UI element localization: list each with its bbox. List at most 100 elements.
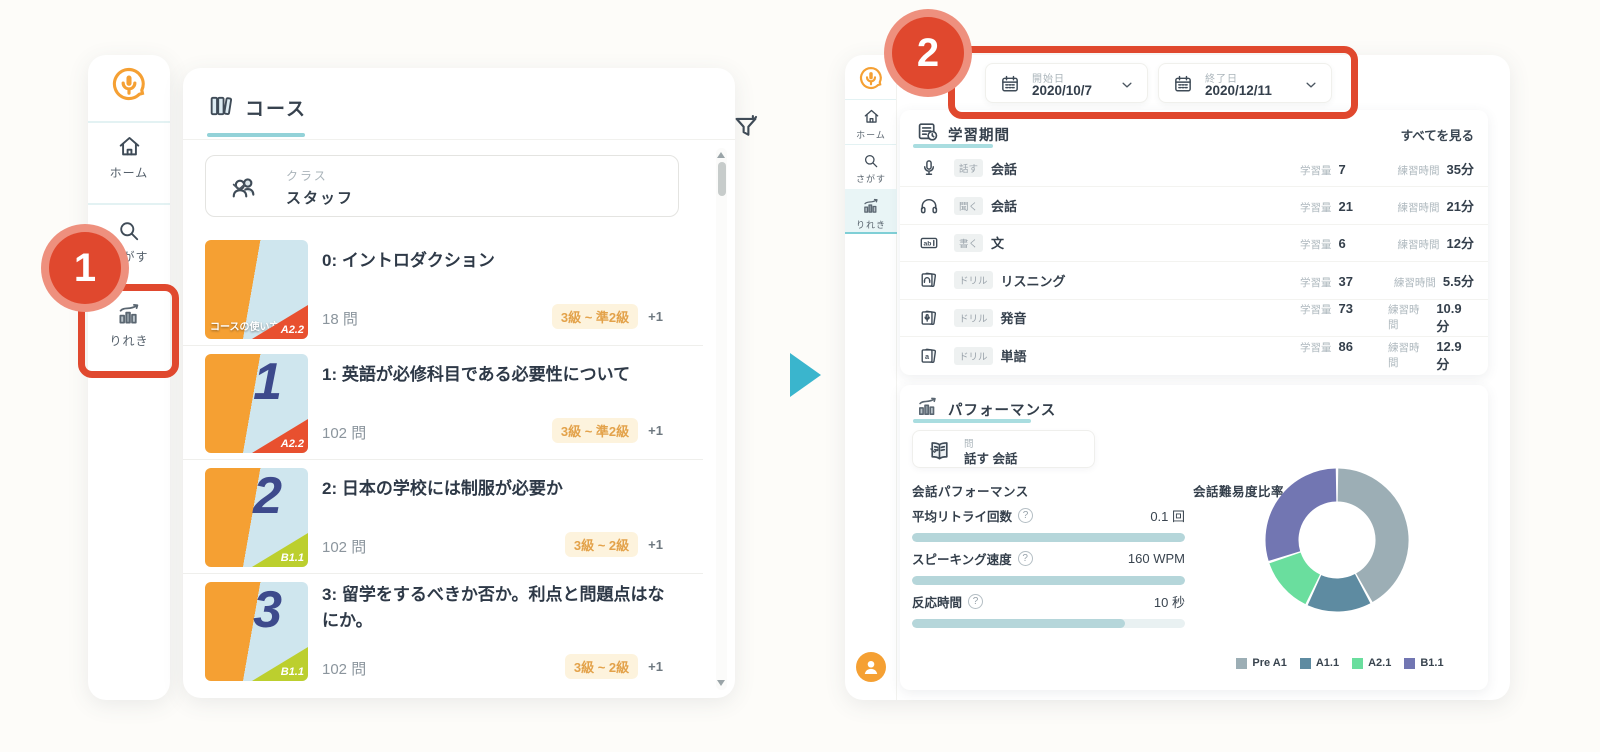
study-amount: 37	[1338, 273, 1353, 289]
activity-name: リスニング	[1000, 273, 1066, 289]
course-panel: コース クラス スタッフ コースの使い方 A2.2 0: イントロダクション 1…	[183, 68, 758, 698]
course-title: 0: イントロダクション	[322, 251, 495, 270]
help-icon[interactable]: ?	[968, 594, 984, 609]
study-row[interactable]: 書く 文 学習量 6 練習時間 12分	[900, 225, 1488, 263]
course-question-count: 18 問	[322, 311, 358, 328]
sidebar-item-home[interactable]: ホーム	[845, 107, 897, 141]
class-select-label: クラス	[286, 169, 328, 183]
study-amount: 21	[1338, 199, 1353, 215]
course-thumbnail: コースの使い方 A2.2	[205, 240, 308, 339]
course-item[interactable]: 2 B1.1 2: 日本の学校には制服が必要か 102 問 3級 ~ 2級 +1	[183, 460, 703, 574]
course-thumbnail: 3 B1.1	[205, 582, 308, 681]
active-tab-indicator	[913, 144, 993, 148]
history-window: ホーム さがす りれき 開始日 2020/10/7 終了日 2020/12/11…	[845, 55, 1510, 700]
scrollbar-thumb[interactable]	[717, 162, 726, 196]
course-title: 1: 英語が必修科目である必要性について	[322, 365, 631, 384]
metric-speed: スピーキング速度 ? 160 WPM	[912, 549, 1185, 585]
help-icon[interactable]: ?	[1017, 551, 1033, 566]
person-icon	[864, 660, 878, 674]
course-thumbnail: 2 B1.1	[205, 468, 308, 567]
active-tab-indicator	[207, 133, 305, 137]
search-icon	[864, 154, 878, 168]
chevron-down-icon	[930, 448, 939, 453]
skill-tag: ドリル	[954, 308, 993, 327]
study-row[interactable]: 話す 会話 学習量 7 練習時間 35分	[900, 150, 1488, 188]
practice-time: 10.9分	[1436, 300, 1462, 334]
study-row[interactable]: ドリル 発音 学習量 73 練習時間 10.9分	[900, 300, 1488, 337]
metric-retry: 平均リトライ回数 ? 0.1 回	[912, 506, 1185, 542]
divider	[845, 99, 896, 100]
courses-icon	[210, 96, 233, 116]
sidebar-item-label: ホーム	[856, 130, 886, 140]
divider	[88, 121, 170, 123]
sidebar-item-label: りれき	[109, 334, 149, 348]
end-date-select[interactable]: 終了日 2020/12/11	[1158, 63, 1332, 103]
sidebar-item-label: りれき	[855, 220, 886, 230]
metric-value: 160 WPM	[1127, 551, 1185, 566]
lesson-select-value: 話す 会話	[964, 452, 1018, 466]
skill-tag: 書く	[954, 233, 984, 252]
class-select[interactable]: クラス スタッフ	[205, 155, 679, 217]
annotation-step-2-badge: 2	[884, 9, 972, 97]
course-question-count: 102 問	[322, 661, 367, 678]
legend-item: Pre A1	[1236, 657, 1287, 669]
thumb-level-ribbon: B1.1	[252, 533, 308, 567]
skill-tag: 聞く	[954, 196, 984, 215]
sidebar-item-label: ホーム	[109, 166, 149, 180]
home-icon	[864, 109, 878, 123]
metric-bar	[912, 576, 1185, 585]
divider	[88, 203, 170, 205]
donut-segment-a2.1	[1269, 551, 1321, 605]
chevron-down-icon	[232, 183, 246, 191]
sidebar-item-search[interactable]: さがす	[845, 152, 897, 185]
metric-reaction: 反応時間 ? 10 秒	[912, 592, 1185, 628]
study-row[interactable]: ドリル リスニング 学習量 37 練習時間 5.5分	[900, 262, 1488, 300]
left-sidebar: ホーム さがす りれき	[88, 55, 170, 700]
start-date-select[interactable]: 開始日 2020/10/7	[985, 63, 1148, 103]
scroll-up-icon[interactable]	[717, 152, 725, 158]
course-item[interactable]: 3 B1.1 3: 留学をするべきか否か。利点と問題点はなにか。 102 問 3…	[183, 574, 703, 696]
legend-item: B1.1	[1404, 657, 1444, 669]
donut-segment-a1.1	[1307, 573, 1371, 612]
course-panel-header: コース	[183, 68, 758, 140]
sidebar-item-home[interactable]: ホーム	[88, 133, 170, 181]
study-amount: 7	[1338, 161, 1346, 177]
chart-legend: Pre A1 A1.1 A2.1 B1.1	[1195, 657, 1485, 669]
skill-tag: 話す	[954, 159, 984, 178]
date-value: 2020/10/7	[1032, 83, 1093, 98]
study-amount: 6	[1338, 236, 1346, 252]
divider	[845, 144, 896, 145]
date-value: 2020/12/11	[1205, 83, 1272, 98]
avatar[interactable]	[856, 652, 886, 682]
help-icon[interactable]: ?	[1018, 508, 1034, 523]
class-select-value: スタッフ	[286, 190, 355, 207]
see-all-link[interactable]: すべてを見る	[1401, 125, 1474, 144]
right-sidebar: ホーム さがす りれき	[845, 55, 897, 700]
chevron-down-icon	[1122, 82, 1132, 88]
level-range-badge: 3級 ~ 準2級	[551, 418, 639, 443]
skill-tag: ドリル	[954, 346, 993, 365]
performance-chart-icon	[919, 397, 936, 415]
extra-badge-count: +1	[648, 423, 663, 438]
mic-icon	[923, 160, 935, 176]
search-icon	[120, 222, 139, 241]
level-range-badge: 3級 ~ 2級	[564, 654, 639, 679]
flashcards-word-icon	[921, 348, 937, 363]
scroll-down-icon[interactable]	[717, 680, 725, 686]
sidebar-item-history[interactable]: りれき	[845, 189, 897, 234]
course-item[interactable]: 1 A2.2 1: 英語が必修科目である必要性について 102 問 3級 ~ 準…	[183, 346, 703, 460]
lesson-type-select[interactable]: 問 話す 会話	[912, 430, 1095, 468]
calendar-icon	[1002, 75, 1018, 92]
thumb-level-ribbon: A2.2	[252, 419, 308, 453]
study-amount: 73	[1338, 300, 1353, 316]
metric-value: 10 秒	[1153, 595, 1185, 610]
scrollbar[interactable]	[716, 148, 727, 690]
metric-value: 0.1 回	[1150, 509, 1185, 524]
study-row[interactable]: ドリル 単語 学習量 86 練習時間 12.9分	[900, 337, 1488, 374]
legend-item: A1.1	[1299, 657, 1339, 669]
headphones-icon	[920, 198, 938, 213]
course-item[interactable]: コースの使い方 A2.2 0: イントロダクション 18 問 3級 ~ 準2級 …	[183, 232, 703, 346]
study-row[interactable]: 聞く 会話 学習量 21 練習時間 21分	[900, 187, 1488, 225]
activity-name: 会話	[991, 199, 1018, 215]
thumb-number: 1	[253, 354, 282, 411]
